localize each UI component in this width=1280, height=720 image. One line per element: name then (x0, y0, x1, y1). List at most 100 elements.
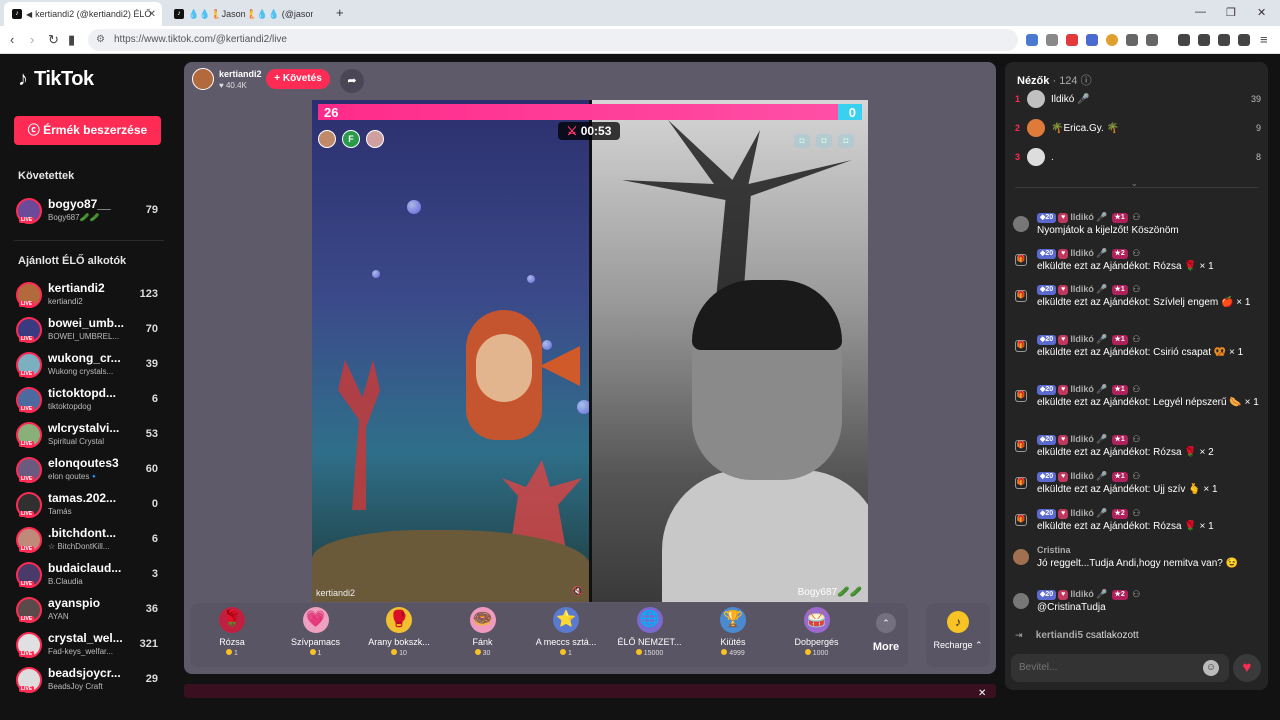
sidebar-creator[interactable]: LIVE bowei_umb... BOWEI_UMBREL... 70 (16, 315, 166, 347)
speaker-icon: ◀ (26, 9, 33, 19)
new-tab-button[interactable]: + (336, 5, 344, 20)
user-avatar[interactable] (1013, 216, 1029, 232)
emoji-icon[interactable]: ☺ (1203, 660, 1219, 676)
viewers-header[interactable]: Nézők · 124 ⓘ (1017, 72, 1092, 88)
user-avatar[interactable] (1013, 549, 1029, 565)
reload-icon[interactable]: ↻ (48, 32, 59, 48)
chat-input[interactable] (1011, 654, 1229, 682)
gift-item[interactable]: 💗 Szívpamacs 1 (274, 607, 358, 663)
message-user[interactable]: Ildikó 🎤 (1070, 589, 1107, 599)
sidebar-icon[interactable] (1178, 34, 1190, 46)
bottom-banner[interactable] (184, 684, 996, 698)
collapse-chevron-icon[interactable]: ⌄ (1131, 179, 1138, 188)
gift-item[interactable]: ⭐ A meccs sztá... 1 (524, 607, 608, 663)
extension-icon[interactable] (1106, 34, 1118, 46)
guest-slot-icon[interactable]: ◘ (838, 134, 854, 148)
message-user[interactable]: Ildikó 🎤 (1070, 508, 1107, 518)
more-gifts-button[interactable]: ⌃ More (866, 605, 906, 665)
guest-slot-icon[interactable]: ◘ (816, 134, 832, 148)
battle-video[interactable]: kertiandi2 🔇 Bogy687🥒🥒 ◘ ◘ ◘ 26 0 ⚔ 00:5… (312, 100, 868, 602)
creator-name: bogyo87__ (48, 197, 111, 211)
guest-slot-icon[interactable]: ◘ (794, 134, 810, 148)
back-icon[interactable]: ‹ (10, 32, 14, 47)
viewer-avatar[interactable] (1027, 148, 1045, 166)
sidebar-creator[interactable]: LIVE beadsjoycr... BeadsJoy Craft 29 (16, 665, 166, 697)
bookmark-icon[interactable]: ▮ (68, 32, 75, 48)
sidebar-creator[interactable]: LIVE crystal_wel... Fad-keys_welfar... 321 (16, 630, 166, 662)
sidebar-creator[interactable]: LIVE budaiclaud... B.Claudia 3 (16, 560, 166, 592)
tab-close-icon[interactable]: ✕ (148, 9, 156, 20)
wallet-icon[interactable] (1198, 34, 1210, 46)
right-stream-label: Bogy687🥒🥒 (797, 587, 862, 598)
sidebar-creator[interactable]: LIVE bogyo87__ Bogy687🥒🥒 79 (16, 196, 166, 228)
message-user[interactable]: Ildikó 🎤 (1070, 284, 1107, 294)
gift-item[interactable]: 🥁 Dobpergés 1000 (775, 607, 859, 663)
follow-button[interactable]: + Követés (266, 69, 330, 89)
sidebar-creator[interactable]: LIVE kertiandi2 kertiandi2 123 (16, 280, 166, 312)
sidebar-creator[interactable]: LIVE tictoktopd... tiktoktopdog 6 (16, 385, 166, 417)
heart-icon[interactable]: ♥ (1233, 654, 1261, 682)
maximize-button[interactable]: ❐ (1226, 6, 1236, 19)
minimize-button[interactable]: — (1195, 6, 1206, 18)
top-viewer-row[interactable]: 1 Ildikó 🎤 39 (1015, 90, 1261, 110)
viewer-avatar[interactable] (1027, 119, 1045, 137)
sidebar-creator[interactable]: LIVE tamas.202... Tamás 0 (16, 490, 166, 522)
message-user[interactable]: Ildikó 🎤 (1070, 248, 1107, 258)
menu-icon[interactable]: ≡ (1260, 32, 1268, 47)
message-user[interactable]: Ildikó 🎤 (1070, 471, 1107, 481)
translate-extension-icon[interactable] (1026, 34, 1038, 46)
share-icon[interactable]: ➦ (340, 69, 364, 93)
browser-tab-active[interactable]: ♪ ◀ kertiandi2 (@kertiandi2) ÉLŐ ✕ (4, 2, 162, 26)
host-avatar[interactable] (192, 68, 214, 90)
extension-icon[interactable] (1046, 34, 1058, 46)
message-header: ◆20 ♥ Ildikó 🎤 ★1 ⚇ (1037, 334, 1140, 345)
recharge-button[interactable]: ♪ Recharge ⌃ (926, 603, 990, 667)
gift-item[interactable]: 🍩 Fánk 30 (441, 607, 525, 663)
url-field[interactable]: ⚙ https://www.tiktok.com/@kertiandi2/liv… (88, 29, 1018, 51)
get-coins-button[interactable]: ⓒ Érmék beszerzése (14, 116, 161, 145)
sidebar-creator[interactable]: LIVE wukong_cr... Wukong crystals... 39 (16, 350, 166, 382)
forward-icon[interactable]: › (30, 32, 34, 47)
join-user[interactable]: kertiandi5 (1036, 630, 1083, 641)
site-info-icon[interactable]: ⚙ (96, 29, 105, 51)
tiktok-live-page: ♪ TikTok ⓒ Érmék beszerzése Követettek LI… (0, 54, 1280, 720)
extension-icon[interactable] (1146, 34, 1158, 46)
top-gifter-avatar[interactable]: F (342, 130, 360, 148)
viewer-avatar[interactable] (1027, 90, 1045, 108)
top-viewer-row[interactable]: 2 🌴Erica.Gy. 🌴 9 (1015, 119, 1261, 139)
vpn-icon[interactable] (1238, 34, 1250, 46)
message-user[interactable]: Ildikó 🎤 (1070, 384, 1107, 394)
muted-icon[interactable]: 🔇 (572, 586, 583, 597)
sidebar-creator[interactable]: LIVE elonqoutes3 elon qoutes🔹 60 (16, 455, 166, 487)
message-user[interactable]: Ildikó 🎤 (1070, 434, 1107, 444)
gift-item[interactable]: 🌐 ÉLŐ NEMZET... 15000 (608, 607, 692, 663)
gift-item[interactable]: 🏆 Kiütés 4999 (691, 607, 775, 663)
gift-name: ÉLŐ NEMZET... (617, 637, 682, 647)
sidebar-creator[interactable]: LIVE .bitchdont... ☆ BitchDontKill... 6 (16, 525, 166, 557)
sidebar-creator[interactable]: LIVE ayanspio AYAN 36 (16, 595, 166, 627)
message-user[interactable]: Ildikó 🎤 (1070, 334, 1107, 344)
close-window-button[interactable]: ✕ (1257, 6, 1266, 19)
more-label: More (872, 641, 900, 653)
browser-tab[interactable]: ♪ 💧💧🧜Jason🧜💧💧 (@jason_sam (166, 2, 326, 26)
message-header: ◆20 ♥ Ildikó 🎤 ★1 ⚇ (1037, 212, 1140, 223)
puzzle-icon[interactable] (1126, 34, 1138, 46)
host-name: kertiandi2 (219, 69, 262, 79)
gift-item[interactable]: 🥊 Arany bokszk... 10 (357, 607, 441, 663)
gift-item[interactable]: 🌹 Rózsa 1 (190, 607, 274, 663)
close-banner-icon[interactable]: ✕ (978, 688, 986, 699)
sidebar-creator[interactable]: LIVE wlcrystalvi... Spiritual Crystal 53 (16, 420, 166, 452)
user-avatar[interactable] (1013, 593, 1029, 609)
message-user[interactable]: Cristina (1037, 545, 1071, 555)
ai-icon[interactable] (1218, 34, 1230, 46)
message-user[interactable]: Ildikó 🎤 (1070, 212, 1107, 222)
top-viewer-row[interactable]: 3.8 (1015, 148, 1261, 168)
message-header: ◆20 ♥ Ildikó 🎤 ★2 ⚇ (1037, 589, 1140, 600)
fan-badge: ♥ (1058, 284, 1069, 295)
extension-icon[interactable] (1066, 34, 1078, 46)
gift-name: Kiütés (720, 637, 746, 647)
extension-icon[interactable] (1086, 34, 1098, 46)
tiktok-logo[interactable]: ♪ TikTok (18, 68, 94, 91)
top-gifter-avatar[interactable] (318, 130, 336, 148)
top-gifter-avatar[interactable] (366, 130, 384, 148)
